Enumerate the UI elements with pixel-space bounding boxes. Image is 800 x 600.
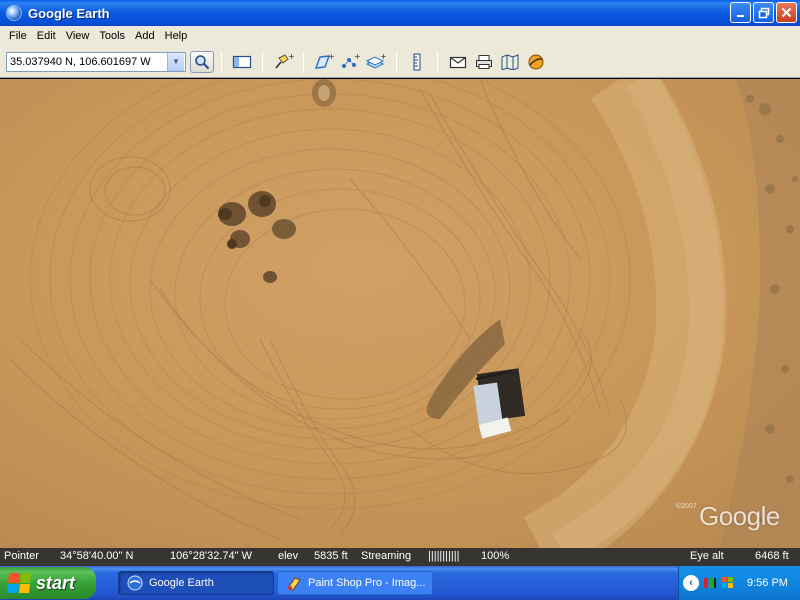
status-bar: Pointer 34°58'40.00" N 106°28'32.74" W e… (0, 548, 800, 566)
elevation-label: elev (278, 550, 299, 562)
satellite-imagery (0, 79, 800, 548)
menu-tools[interactable]: Tools (94, 26, 130, 46)
pointer-label: Pointer (4, 550, 39, 562)
ruler-button[interactable] (405, 50, 429, 74)
task-label: Paint Shop Pro - Imag... (308, 577, 426, 589)
polygon-button[interactable]: + (312, 50, 336, 74)
window-controls (730, 2, 797, 23)
google-maps-icon (501, 53, 519, 70)
task-paint-shop-pro[interactable]: Paint Shop Pro - Imag... (277, 571, 433, 595)
restore-icon (758, 7, 769, 18)
maximize-button[interactable] (753, 2, 774, 23)
search-icon (195, 54, 210, 69)
close-button[interactable] (776, 2, 797, 23)
menu-view[interactable]: View (61, 26, 95, 46)
taskbar: start Google Earth Paint Shop Pro - Imag… (0, 566, 800, 600)
chevron-down-icon[interactable]: ▼ (167, 52, 184, 71)
search-input[interactable] (7, 52, 167, 71)
svg-text:+: + (328, 52, 335, 61)
menu-help[interactable]: Help (160, 26, 193, 46)
svg-text:+: + (288, 52, 294, 61)
google-earth-icon (6, 5, 22, 21)
path-button[interactable]: + (338, 50, 362, 74)
streaming-progress-bar: ||||||||||| (428, 550, 460, 562)
task-google-earth[interactable]: Google Earth (118, 571, 274, 595)
menu-edit[interactable]: Edit (32, 26, 61, 46)
google-earth-icon (127, 575, 143, 591)
system-tray: ‹ 9:56 PM (678, 566, 800, 600)
svg-text:+: + (380, 52, 387, 61)
print-icon (476, 54, 492, 69)
menu-add[interactable]: Add (130, 26, 160, 46)
toolbar-separator (262, 50, 263, 73)
eye-alt-value: 6468 ft (755, 550, 789, 562)
email-icon (449, 56, 467, 68)
toolbar-separator (303, 50, 304, 73)
search-button[interactable] (190, 50, 214, 73)
google-logo: Google (699, 501, 780, 531)
polygon-icon: + (314, 52, 335, 69)
menu-file[interactable]: File (4, 26, 32, 46)
toolbar-separator (221, 50, 222, 73)
network-icon[interactable] (703, 576, 717, 590)
toolbar: ▼ + + + (0, 46, 800, 78)
windows-flag-tray-icon[interactable] (721, 576, 735, 590)
tray-expand-icon[interactable]: ‹ (683, 575, 699, 591)
sky-button[interactable] (524, 50, 548, 74)
menu-bar: File Edit View Tools Add Help (0, 26, 800, 46)
svg-text:+: + (354, 52, 361, 61)
start-label: start (36, 572, 76, 593)
windows-logo-icon (6, 573, 32, 593)
email-button[interactable] (446, 50, 470, 74)
copyright-text: ©2007 (676, 503, 697, 510)
sidebar-toggle-button[interactable] (230, 50, 254, 74)
image-overlay-button[interactable]: + (364, 50, 388, 74)
placemark-icon: + (275, 52, 294, 69)
print-button[interactable] (472, 50, 496, 74)
pointer-latitude: 34°58'40.00" N (60, 550, 134, 562)
close-icon (781, 7, 792, 18)
map-view[interactable]: ©2007 Google (0, 79, 800, 548)
toolbar-separator (396, 50, 397, 73)
sky-icon (528, 54, 544, 69)
streaming-percent: 100% (481, 550, 510, 562)
pointer-longitude: 106°28'32.74" W (170, 550, 252, 562)
sidebar-toggle-icon (232, 55, 252, 68)
task-label: Google Earth (149, 577, 214, 589)
path-icon: + (342, 52, 361, 68)
toolbar-separator (437, 50, 438, 73)
streaming-label: Streaming (361, 550, 412, 562)
title-bar: Google Earth (0, 0, 800, 26)
paint-shop-pro-icon (287, 577, 301, 591)
start-button[interactable]: start (0, 567, 96, 599)
minimize-button[interactable] (730, 2, 751, 23)
image-overlay-icon: + (365, 52, 387, 69)
clock: 9:56 PM (747, 577, 788, 589)
google-maps-button[interactable] (498, 50, 522, 74)
search-combobox[interactable]: ▼ (6, 51, 186, 72)
eye-alt-label: Eye alt (690, 550, 724, 562)
minimize-icon (736, 14, 744, 17)
placemark-button[interactable]: + (271, 50, 295, 74)
window-title: Google Earth (28, 5, 110, 21)
ruler-icon (413, 53, 421, 70)
elevation-value: 5835 ft (314, 550, 348, 562)
